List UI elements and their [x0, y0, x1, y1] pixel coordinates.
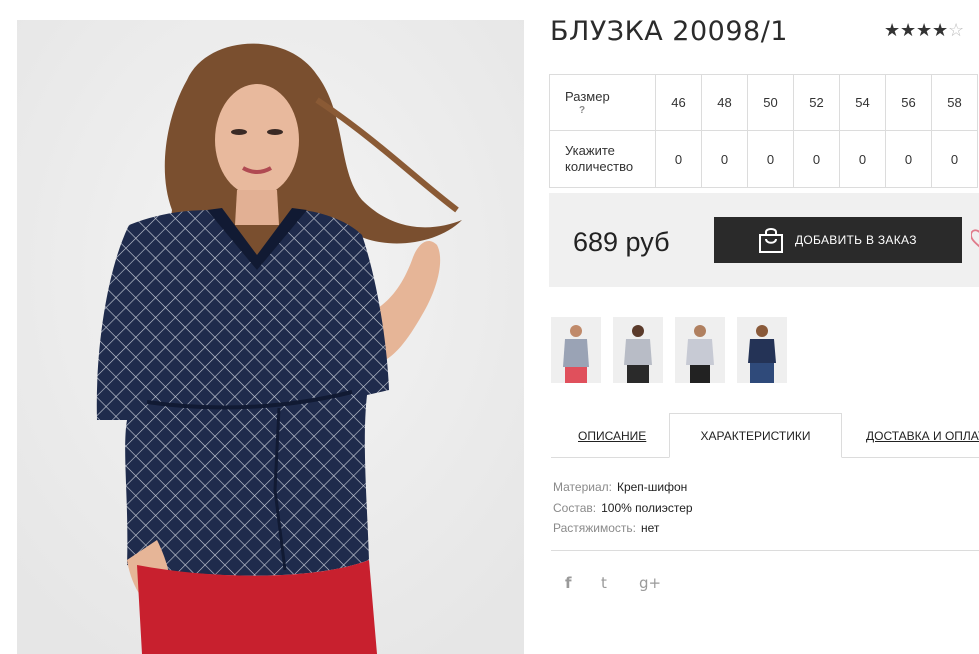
star-filled-icon[interactable]: ★: [884, 20, 900, 40]
size-52: 52: [793, 74, 840, 131]
star-filled-icon[interactable]: ★: [900, 20, 916, 40]
tab-delivery-payment[interactable]: ДОСТАВКА И ОПЛАТА: [866, 413, 979, 458]
quantity-input-56[interactable]: 0: [885, 130, 932, 188]
size-50: 50: [747, 74, 794, 131]
size-56: 56: [885, 74, 932, 131]
star-empty-icon[interactable]: ☆: [948, 20, 964, 40]
size-label-cell: Размер ?: [549, 74, 656, 131]
divider: [551, 550, 979, 551]
spec-row-stretch: Растяжимость: нет: [553, 518, 693, 539]
quantity-input-46[interactable]: 0: [655, 130, 702, 188]
size-46: 46: [655, 74, 702, 131]
quantity-input-50[interactable]: 0: [747, 130, 794, 188]
product-rating: ★★★★☆: [884, 20, 964, 40]
size-label: Размер: [565, 88, 610, 104]
spec-key: Материал:: [553, 480, 612, 494]
quantity-label-cell: Укажите количество: [549, 130, 656, 188]
spec-value: 100% полиэстер: [601, 500, 693, 515]
size-quantity-table: Размер ? 46 48 50 52 54 56 58 Укажите ко…: [549, 74, 978, 188]
add-to-order-button[interactable]: ДОБАВИТЬ В ЗАКАЗ: [714, 217, 962, 263]
twitter-icon[interactable]: t: [601, 574, 607, 592]
tab-characteristics[interactable]: ХАРАКТЕРИСТИКИ: [669, 413, 842, 458]
size-help-icon[interactable]: ?: [565, 105, 655, 117]
spec-value: Креп-шифон: [616, 480, 688, 494]
thumbnail-4[interactable]: [737, 317, 787, 383]
google-plus-icon[interactable]: g+: [639, 574, 661, 592]
product-price: 689 руб: [573, 227, 670, 257]
product-title: БЛУЗКА 20098/1: [550, 16, 788, 47]
quantity-label-line2: количество: [565, 159, 634, 174]
size-54: 54: [839, 74, 886, 131]
spec-row-material: Материал: Креп-шифон: [553, 477, 693, 498]
characteristics-list: Материал: Креп-шифон Состав: 100% полиэсте…: [553, 477, 693, 539]
size-58: 58: [931, 74, 978, 131]
product-tabs: ОПИСАНИЕ ХАРАКТЕРИСТИКИ ДОСТАВКА И ОПЛАТ…: [551, 413, 979, 458]
star-filled-icon[interactable]: ★: [932, 20, 948, 40]
quantity-input-52[interactable]: 0: [793, 130, 840, 188]
star-filled-icon[interactable]: ★: [916, 20, 932, 40]
thumbnail-3[interactable]: [675, 317, 725, 383]
thumbnail-1[interactable]: [551, 317, 601, 383]
add-to-order-label: ДОБАВИТЬ В ЗАКАЗ: [795, 233, 917, 247]
spec-row-composition: Состав: 100% полиэстер: [553, 498, 693, 519]
quantity-input-58[interactable]: 0: [931, 130, 978, 188]
spec-key: Растяжимость:: [553, 521, 637, 535]
spec-value: нет: [641, 521, 660, 535]
heart-icon[interactable]: [970, 228, 979, 255]
facebook-icon[interactable]: f: [565, 574, 572, 592]
quantity-input-48[interactable]: 0: [701, 130, 748, 188]
tab-description[interactable]: ОПИСАНИЕ: [578, 413, 646, 458]
quantity-input-54[interactable]: 0: [839, 130, 886, 188]
product-main-photo[interactable]: [17, 20, 524, 654]
quantity-label-line1: Укажите: [565, 143, 615, 158]
shopping-bag-icon: [758, 226, 784, 257]
price-box: 689 руб ДОБАВИТЬ В ЗАКАЗ: [549, 193, 979, 287]
spec-key: Состав:: [553, 500, 597, 515]
size-48: 48: [701, 74, 748, 131]
thumbnail-2[interactable]: [613, 317, 663, 383]
